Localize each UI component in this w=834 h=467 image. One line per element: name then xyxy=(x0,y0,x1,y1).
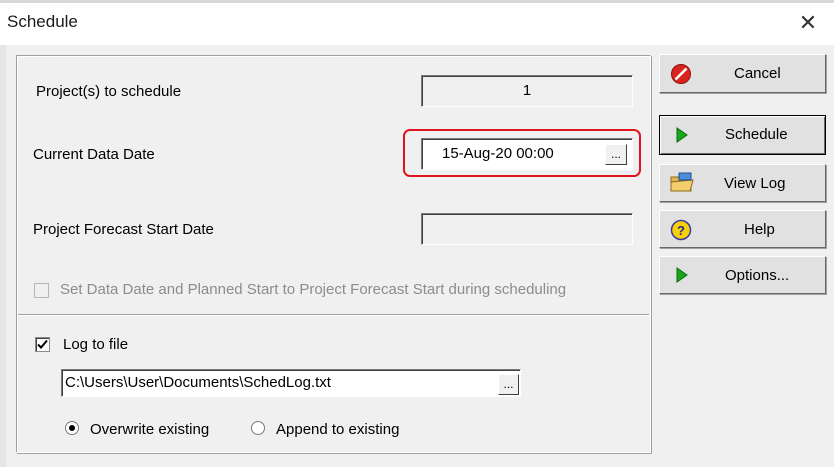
forecast-label: Project Forecast Start Date xyxy=(33,221,214,238)
highlight-annotation xyxy=(403,129,641,177)
play-icon xyxy=(676,127,688,143)
log-to-file-checkbox[interactable] xyxy=(35,337,50,352)
log-to-file-label: Log to file xyxy=(63,336,129,353)
schedule-label: Schedule xyxy=(725,126,788,143)
svg-text:?: ? xyxy=(677,223,685,238)
window-left-edge xyxy=(0,45,6,467)
play-icon xyxy=(676,267,688,283)
section-divider xyxy=(18,314,649,316)
options-button[interactable]: Options... xyxy=(659,256,826,294)
cancel-label: Cancel xyxy=(734,65,781,82)
set-data-date-label: Set Data Date and Planned Start to Proje… xyxy=(60,281,567,298)
radio-selected-dot xyxy=(69,425,75,431)
forecast-start-field xyxy=(421,213,633,245)
log-path-field[interactable]: C:\Users\User\Documents\SchedLog.txt ... xyxy=(61,369,521,397)
help-button[interactable]: ? Help xyxy=(659,210,826,248)
projects-label: Project(s) to schedule xyxy=(36,83,182,100)
cancel-button[interactable]: Cancel xyxy=(659,54,826,93)
folder-icon xyxy=(670,172,694,192)
schedule-button[interactable]: Schedule xyxy=(659,115,826,155)
log-path-value: C:\Users\User\Documents\SchedLog.txt xyxy=(65,374,331,391)
projects-count-field: 1 xyxy=(421,75,633,107)
view-log-button[interactable]: View Log xyxy=(659,164,826,202)
close-icon[interactable]: ✕ xyxy=(797,12,819,34)
help-label: Help xyxy=(744,221,775,238)
checkmark-icon xyxy=(37,339,48,349)
append-radio[interactable] xyxy=(251,421,265,435)
log-path-browse-button[interactable]: ... xyxy=(498,374,519,395)
set-data-date-checkbox[interactable] xyxy=(34,283,49,298)
data-date-label: Current Data Date xyxy=(33,146,155,163)
view-log-label: View Log xyxy=(724,175,786,192)
cancel-icon xyxy=(671,64,691,84)
help-icon: ? xyxy=(670,219,692,241)
overwrite-radio[interactable] xyxy=(65,421,79,435)
overwrite-label: Overwrite existing xyxy=(90,421,210,438)
options-label: Options... xyxy=(725,267,790,284)
window-title: Schedule xyxy=(7,12,78,31)
title-bar xyxy=(0,3,834,45)
append-label: Append to existing xyxy=(276,421,400,438)
